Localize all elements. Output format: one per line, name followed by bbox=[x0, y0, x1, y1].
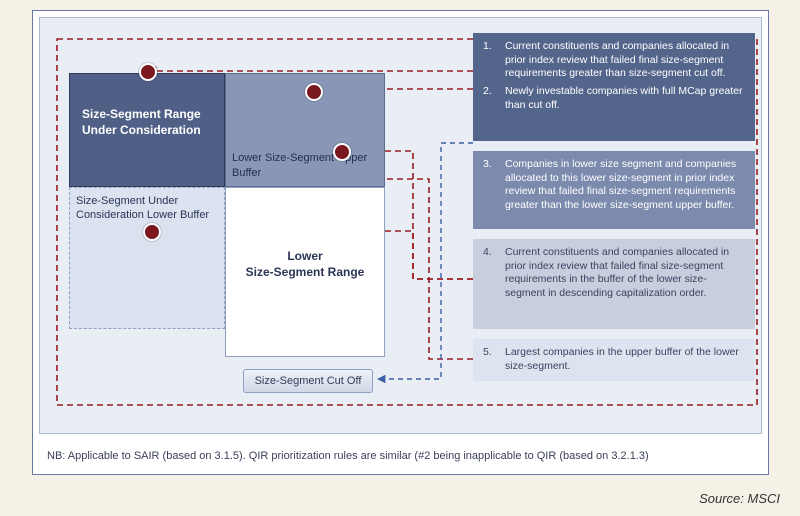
rule-4-number: 4. bbox=[483, 246, 495, 301]
lower-buf-line2: Consideration Lower Buffer bbox=[76, 209, 209, 221]
lower-range-line2: Size-Segment Range bbox=[246, 265, 365, 279]
upper-buf-line2: Buffer bbox=[232, 167, 261, 179]
source-attribution: Source: MSCI bbox=[699, 491, 780, 506]
rule-panel-1-2: 1. Current constituents and companies al… bbox=[473, 33, 755, 141]
rule-1-text: Current constituents and companies alloc… bbox=[505, 40, 745, 81]
block-lower-size-segment-range: Lower Size-Segment Range bbox=[225, 187, 385, 357]
rule-2-number: 2. bbox=[483, 85, 495, 112]
lower-range-line1: Lower bbox=[287, 249, 322, 263]
rule-4-text: Current constituents and companies alloc… bbox=[505, 246, 745, 301]
rule-1-number: 1. bbox=[483, 40, 495, 81]
main-block-line1: Size-Segment Range bbox=[82, 107, 201, 121]
block-consideration-lower-buffer: Size-Segment Under Consideration Lower B… bbox=[69, 187, 225, 329]
footnote-text: NB: Applicable to SAIR (based on 3.1.5).… bbox=[47, 450, 754, 462]
cutoff-label: Size-Segment Cut Off bbox=[255, 375, 362, 387]
size-segment-cutoff-button[interactable]: Size-Segment Cut Off bbox=[243, 369, 373, 393]
main-block-line2: Under Consideration bbox=[82, 123, 201, 137]
lower-buf-line1: Size-Segment Under bbox=[76, 195, 178, 207]
callout-dot-lower-buffer bbox=[143, 223, 161, 241]
callout-dot-upper-buffer-2 bbox=[333, 143, 351, 161]
rule-panel-3: 3. Companies in lower size segment and c… bbox=[473, 151, 755, 229]
rule-2-text: Newly investable companies with full MCa… bbox=[505, 85, 745, 112]
diagram-frame: Size-Segment Range Under Consideration L… bbox=[32, 10, 769, 475]
rule-3-text: Companies in lower size segment and comp… bbox=[505, 158, 745, 213]
block-size-segment-under-consideration: Size-Segment Range Under Consideration bbox=[69, 73, 225, 187]
callout-dot-upper-buffer bbox=[305, 83, 323, 101]
rule-5-number: 5. bbox=[483, 346, 495, 373]
rule-5-text: Largest companies in the upper buffer of… bbox=[505, 346, 745, 373]
callout-dot-main bbox=[139, 63, 157, 81]
rule-panel-5: 5. Largest companies in the upper buffer… bbox=[473, 339, 755, 381]
rule-3-number: 3. bbox=[483, 158, 495, 213]
rule-panel-4: 4. Current constituents and companies al… bbox=[473, 239, 755, 329]
